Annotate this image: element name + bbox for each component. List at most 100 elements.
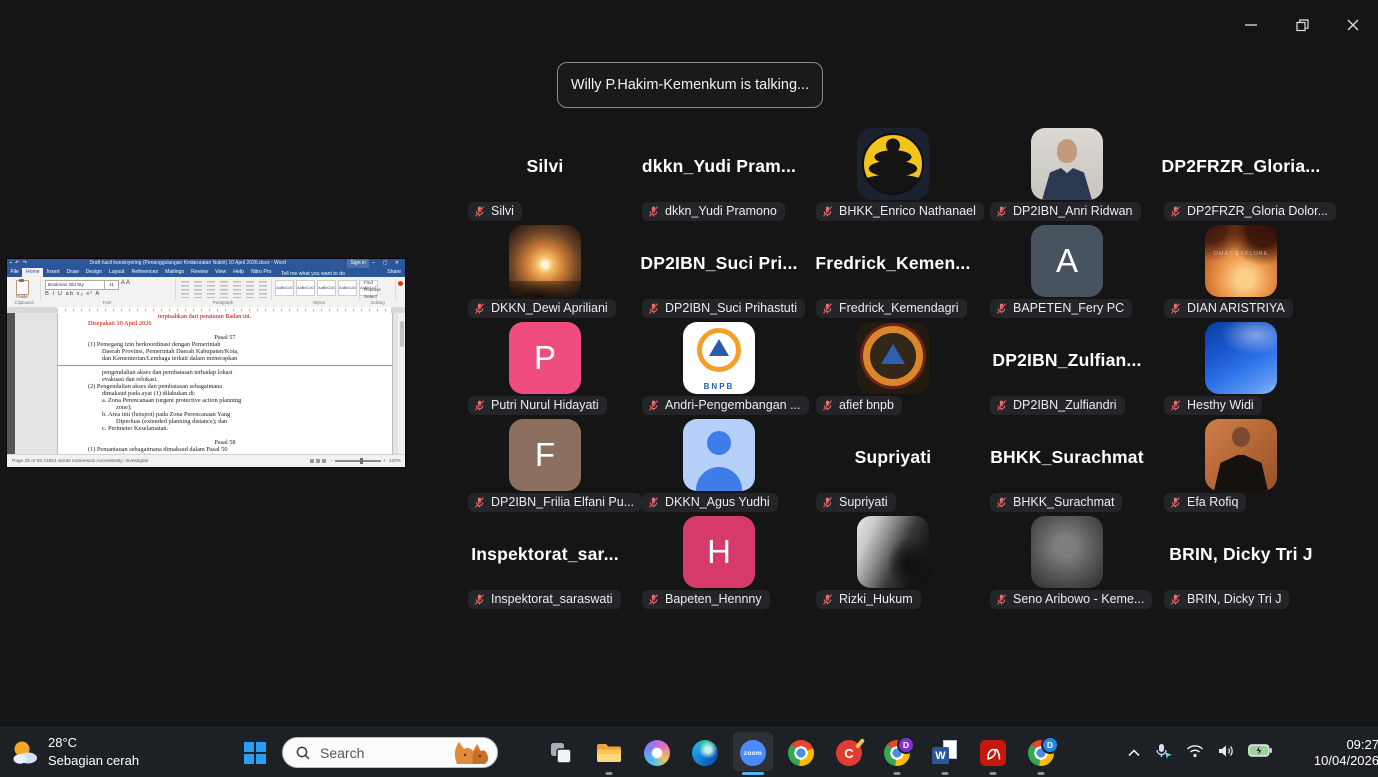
- participant-tile[interactable]: BHKK_Surachmat BHKK_Surachmat: [980, 412, 1154, 509]
- taskbar-clock[interactable]: 09:27 10/04/2026: [1295, 737, 1378, 770]
- doc-line: [58, 432, 392, 439]
- participant-label-text: DP2IBN_Anri Ridwan: [1013, 204, 1133, 218]
- taskbar-app-ccleaner[interactable]: C: [825, 730, 873, 776]
- word-tab-references: References: [128, 268, 162, 277]
- participant-tile[interactable]: H Bapeten_Hennny: [632, 509, 806, 606]
- styles-gallery: AaBbCcDtAaBbCcDdAaBbCcDeAaBbCcDeAaBbCcT: [275, 280, 378, 296]
- ribbon-group-label: Styles: [313, 300, 325, 305]
- participant-label-text: DIAN ARISTRIYA: [1187, 301, 1285, 315]
- word-tab-draw: Draw: [63, 268, 82, 277]
- participant-tile[interactable]: BHKK_Enrico Nathanael: [806, 121, 980, 218]
- minimize-button[interactable]: [1242, 16, 1260, 34]
- word-tab-view: View: [212, 268, 230, 277]
- volume-icon[interactable]: [1217, 744, 1235, 763]
- running-indicator: [990, 772, 997, 775]
- participant-tile[interactable]: afief bnpb: [806, 315, 980, 412]
- mic-muted-icon: [647, 399, 660, 412]
- taskbar-app-task-view[interactable]: [537, 730, 585, 776]
- ccleaner-icon: C: [836, 740, 862, 766]
- participant-label-text: Rizki_Hukum: [839, 592, 913, 606]
- addin-icon: [398, 281, 403, 286]
- participant-tile[interactable]: F DP2IBN_Frilia Elfani Pu...: [458, 412, 632, 509]
- mic-muted-icon: [1169, 593, 1182, 606]
- participant-tile[interactable]: Seno Aribowo - Keme...: [980, 509, 1154, 606]
- microphone-in-use-icon[interactable]: [1153, 743, 1173, 764]
- battery-icon[interactable]: [1248, 744, 1272, 762]
- avatar-caption: BNPB: [683, 382, 755, 391]
- participant-tile[interactable]: BNPB Andri-Pengembangan ...: [632, 315, 806, 412]
- participant-label: Inspektorat_saraswati: [468, 590, 621, 609]
- participant-tile[interactable]: Fredrick_Kemen... Fredrick_Kemendagri: [806, 218, 980, 315]
- taskbar-app-file-explorer[interactable]: [585, 730, 633, 776]
- participant-label-text: DP2IBN_Zulfiandri: [1013, 398, 1117, 412]
- taskbar-app-chrome[interactable]: [777, 730, 825, 776]
- participant-label: Fredrick_Kemendagri: [816, 299, 967, 318]
- participant-avatar: [1205, 322, 1277, 394]
- participant-tile[interactable]: BRIN, Dicky Tri J BRIN, Dicky Tri J: [1154, 509, 1328, 606]
- file-explorer-icon: [596, 740, 622, 766]
- shared-screen-word-window[interactable]: ▪ ↶ ↷ Draft hasil konsinyering (Penanggu…: [7, 259, 405, 467]
- weather-widget[interactable]: 28°C Sebagian cerah: [10, 734, 139, 770]
- participant-label-text: DP2IBN_Frilia Elfani Pu...: [491, 495, 634, 509]
- participant-tile[interactable]: Silvi Silvi: [458, 121, 632, 218]
- participant-tile[interactable]: Inspektorat_sar... Inspektorat_saraswati: [458, 509, 632, 606]
- participant-tile[interactable]: DKKN_Agus Yudhi: [632, 412, 806, 509]
- participant-tile[interactable]: Efa Rofiq: [1154, 412, 1328, 509]
- participant-tile[interactable]: DP2IBN_Suci Pri... DP2IBN_Suci Prihastut…: [632, 218, 806, 315]
- taskbar-app-chrome-profile-2[interactable]: D: [1017, 730, 1065, 776]
- paste-icon: [16, 280, 29, 295]
- word-sign-in: Sign in: [347, 259, 368, 268]
- profile-badge: D: [1041, 736, 1059, 754]
- close-button[interactable]: [1344, 16, 1362, 34]
- taskbar-app-zoom[interactable]: zoom: [729, 730, 777, 776]
- participant-tile[interactable]: P Putri Nurul Hidayati: [458, 315, 632, 412]
- wifi-icon[interactable]: [1186, 744, 1204, 763]
- participant-tile[interactable]: DP2IBN_Anri Ridwan: [980, 121, 1154, 218]
- participant-tile[interactable]: DKKN_Dewi Apriliani: [458, 218, 632, 315]
- start-button[interactable]: [244, 742, 266, 764]
- participant-tile[interactable]: DP2IBN_Zulfian... DP2IBN_Zulfiandri: [980, 315, 1154, 412]
- weather-temp: 28°C: [48, 734, 139, 752]
- participant-tile[interactable]: Rizki_Hukum: [806, 509, 980, 606]
- participant-tile[interactable]: OMAT EXPLORE DIAN ARISTRIYA: [1154, 218, 1328, 315]
- participant-tile[interactable]: A BAPETEN_Fery PC: [980, 218, 1154, 315]
- taskbar-app-copilot[interactable]: [633, 730, 681, 776]
- search-box[interactable]: Search: [282, 737, 498, 768]
- doc-line: dimaksud pada ayat (1) dilakukan di:: [58, 390, 392, 397]
- tray-chevron-icon[interactable]: [1128, 744, 1140, 762]
- participant-tile[interactable]: dkkn_Yudi Pram... dkkn_Yudi Pramono: [632, 121, 806, 218]
- participant-label-text: DKKN_Dewi Apriliani: [491, 301, 608, 315]
- participant-avatar: H: [683, 516, 755, 588]
- participant-label-text: Bapeten_Hennny: [665, 592, 762, 606]
- word-document-area: terpisahkan dari peraturan Badan ini.Dis…: [7, 313, 405, 455]
- participant-grid: Silvi Silvi dkkn_Yudi Pram...: [458, 121, 1328, 606]
- taskbar-app-acrobat[interactable]: [969, 730, 1017, 776]
- participant-label-text: Inspektorat_saraswati: [491, 592, 613, 606]
- participant-tile[interactable]: Supriyati Supriyati: [806, 412, 980, 509]
- format-buttons: B I U ab x₂ x² A: [45, 291, 100, 297]
- participant-avatar: [1031, 516, 1103, 588]
- participant-tile[interactable]: DP2FRZR_Gloria... DP2FRZR_Gloria Dolor..…: [1154, 121, 1328, 218]
- taskbar: 28°C Sebagian cerah Search zoomCDWD: [0, 727, 1378, 777]
- doc-line: Daerah Provinsi, Pemerintah Daerah Kabup…: [58, 348, 392, 355]
- active-speaker-text: Willy P.Hakim-Kemenkum is talking...: [571, 77, 809, 93]
- ribbon-group-label: Paragraph: [213, 300, 234, 305]
- word-tab-mailings: Mailings: [162, 268, 188, 277]
- participant-label-text: Hesthy Widi: [1187, 398, 1254, 412]
- participant-avatar: F: [509, 419, 581, 491]
- restore-button[interactable]: [1293, 16, 1311, 34]
- document-page: terpisahkan dari peraturan Badan ini.Dis…: [57, 313, 393, 455]
- participant-label-text: BAPETEN_Fery PC: [1013, 301, 1124, 315]
- doc-line: terpisahkan dari peraturan Badan ini.: [58, 313, 392, 320]
- participant-label-text: BHKK_Enrico Nathanael: [839, 204, 976, 218]
- participant-tile[interactable]: Hesthy Widi: [1154, 315, 1328, 412]
- taskbar-app-word[interactable]: W: [921, 730, 969, 776]
- paragraph-buttons: [179, 281, 267, 298]
- taskbar-app-edge[interactable]: [681, 730, 729, 776]
- word-tab-nitro-pro: Nitro Pro: [247, 268, 274, 277]
- participant-avatar: P: [509, 322, 581, 394]
- taskbar-app-chrome-profile-1[interactable]: D: [873, 730, 921, 776]
- word-title-text: Draft hasil konsinyering (Penanggulangan…: [28, 259, 348, 268]
- weather-condition: Sebagian cerah: [48, 752, 139, 770]
- participant-label-text: DP2IBN_Suci Prihastuti: [665, 301, 797, 315]
